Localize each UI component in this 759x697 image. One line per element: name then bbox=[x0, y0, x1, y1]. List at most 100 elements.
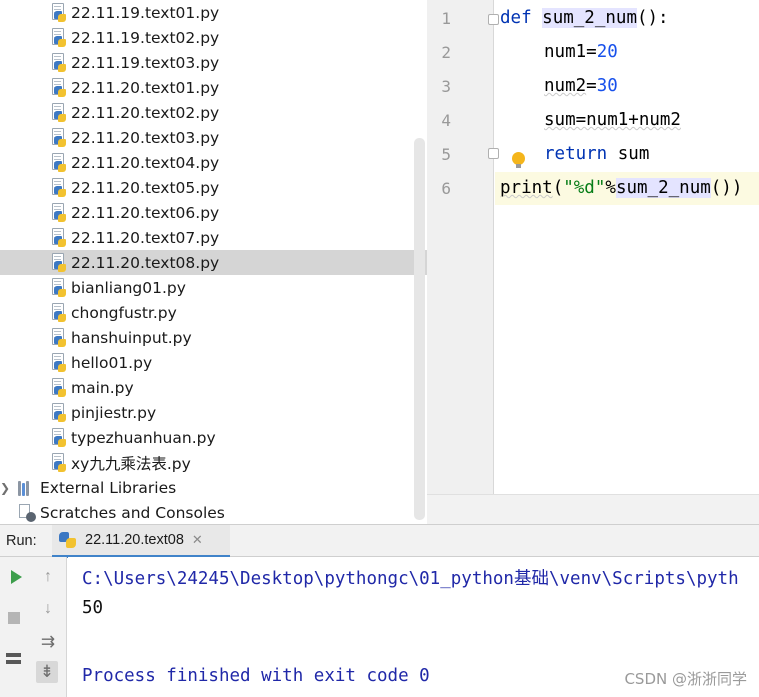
close-icon[interactable]: ✕ bbox=[192, 532, 203, 548]
code-editor[interactable]: 1 2 3 4 5 6 def sum_2_num(): num1=20 num… bbox=[427, 0, 759, 524]
tree-item-label: Scratches and Consoles bbox=[40, 503, 225, 522]
python-file-icon bbox=[50, 128, 67, 147]
code-line-3: num2=30 bbox=[544, 76, 618, 96]
python-file-icon bbox=[50, 228, 67, 247]
line-number: 6 bbox=[441, 179, 451, 198]
tree-item-file[interactable]: pinjiestr.py bbox=[0, 400, 427, 425]
tree-item-file[interactable]: 22.11.19.text02.py bbox=[0, 25, 427, 50]
tree-item-label: 22.11.20.text06.py bbox=[71, 203, 220, 222]
scroll-to-end-icon: ⇟ bbox=[39, 662, 55, 681]
rerun-button[interactable] bbox=[5, 566, 27, 588]
tree-item-label: 22.11.19.text01.py bbox=[71, 3, 220, 22]
soft-wrap-button[interactable]: ⇉ bbox=[37, 631, 59, 653]
library-icon bbox=[18, 480, 32, 496]
lightbulb-icon[interactable] bbox=[512, 152, 525, 168]
python-file-icon bbox=[50, 203, 67, 222]
stop-icon bbox=[8, 612, 20, 624]
tree-item-file[interactable]: 22.11.20.text04.py bbox=[0, 150, 427, 175]
tree-item-external-libraries[interactable]: ❯ External Libraries bbox=[0, 475, 427, 500]
python-file-icon bbox=[50, 278, 67, 297]
tree-item-label: External Libraries bbox=[40, 478, 177, 497]
layout-button[interactable] bbox=[2, 647, 24, 669]
tree-item-label: 22.11.20.text07.py bbox=[71, 228, 220, 247]
tree-item-label: bianliang01.py bbox=[71, 278, 186, 297]
project-tree-panel: 22.11.19.text01.py 22.11.19.text02.py 22.1… bbox=[0, 0, 427, 524]
tree-item-file[interactable]: 22.11.20.text03.py bbox=[0, 125, 427, 150]
python-file-icon bbox=[50, 103, 67, 122]
line-number: 1 bbox=[441, 9, 451, 28]
python-file-icon bbox=[50, 78, 67, 97]
chevron-right-icon[interactable]: ❯ bbox=[0, 481, 10, 495]
line-number: 5 bbox=[441, 145, 451, 164]
python-file-icon bbox=[50, 178, 67, 197]
python-file-icon bbox=[50, 28, 67, 47]
python-file-icon bbox=[50, 328, 67, 347]
python-file-icon bbox=[50, 353, 67, 372]
python-file-icon bbox=[50, 153, 67, 172]
tree-item-file[interactable]: 22.11.20.text07.py bbox=[0, 225, 427, 250]
soft-wrap-icon: ⇉ bbox=[40, 632, 56, 651]
tree-item-label: 22.11.19.text02.py bbox=[71, 28, 220, 47]
python-file-icon bbox=[50, 378, 67, 397]
console-exit-message: Process finished with exit code 0 bbox=[82, 666, 430, 686]
line-number: 3 bbox=[441, 77, 451, 96]
code-line-6: print("%d"%sum_2_num()) bbox=[500, 178, 743, 198]
tree-item-scratches[interactable]: Scratches and Consoles bbox=[0, 500, 427, 524]
tree-item-label: 22.11.20.text04.py bbox=[71, 153, 220, 172]
line-number: 4 bbox=[441, 111, 451, 130]
fold-marker-icon[interactable] bbox=[488, 14, 499, 25]
code-line-2: num1=20 bbox=[544, 42, 618, 62]
tree-item-file[interactable]: 22.11.19.text03.py bbox=[0, 50, 427, 75]
tree-item-file[interactable]: xy九九乘法表.py bbox=[0, 450, 427, 475]
line-number: 2 bbox=[441, 43, 451, 62]
scroll-up-button[interactable]: ↑ bbox=[37, 566, 59, 588]
python-file-icon bbox=[50, 253, 67, 272]
tree-item-file[interactable]: main.py bbox=[0, 375, 427, 400]
tree-item-file[interactable]: 22.11.20.text02.py bbox=[0, 100, 427, 125]
fold-marker-icon[interactable] bbox=[488, 148, 499, 159]
editor-horizontal-scroll[interactable] bbox=[427, 494, 759, 524]
tree-item-file[interactable]: 22.11.20.text05.py bbox=[0, 175, 427, 200]
tree-item-label: typezhuanhuan.py bbox=[71, 428, 216, 447]
tree-item-label: hanshuinput.py bbox=[71, 328, 192, 347]
tree-item-label: xy九九乘法表.py bbox=[71, 454, 191, 473]
tree-item-file[interactable]: typezhuanhuan.py bbox=[0, 425, 427, 450]
scratches-icon bbox=[18, 503, 36, 522]
arrow-down-icon: ↓ bbox=[44, 600, 52, 617]
tree-item-label: 22.11.20.text01.py bbox=[71, 78, 220, 97]
code-line-4: sum=num1+num2 bbox=[544, 110, 681, 130]
run-toolbar: ↑ ↓ ⇉ ⇟ bbox=[0, 557, 67, 697]
tree-item-label: pinjiestr.py bbox=[71, 403, 157, 422]
stop-button[interactable] bbox=[3, 607, 25, 629]
tree-item-file[interactable]: 22.11.20.text01.py bbox=[0, 75, 427, 100]
run-tab[interactable]: 22.11.20.text08 ✕ bbox=[52, 525, 230, 558]
run-label: Run: bbox=[6, 532, 37, 549]
python-file-icon bbox=[50, 403, 67, 422]
tree-item-file[interactable]: 22.11.20.text06.py bbox=[0, 200, 427, 225]
tree-item-file[interactable]: hello01.py bbox=[0, 350, 427, 375]
editor-gutter: 1 2 3 4 5 6 bbox=[427, 0, 525, 494]
console-command-line: C:\Users\24245\Desktop\pythongc\01_pytho… bbox=[82, 569, 739, 589]
run-tool-window-header: Run: 22.11.20.text08 ✕ bbox=[0, 524, 759, 558]
run-console[interactable]: C:\Users\24245\Desktop\pythongc\01_pytho… bbox=[68, 557, 759, 697]
tree-item-file[interactable]: hanshuinput.py bbox=[0, 325, 427, 350]
tree-item-label: 22.11.20.text03.py bbox=[71, 128, 220, 147]
scroll-to-end-button[interactable]: ⇟ bbox=[36, 661, 58, 683]
play-icon bbox=[10, 570, 22, 584]
python-file-icon bbox=[50, 453, 67, 472]
tree-item-file[interactable]: bianliang01.py bbox=[0, 275, 427, 300]
tree-item-label: 22.11.20.text02.py bbox=[71, 103, 220, 122]
tree-item-file[interactable]: chongfustr.py bbox=[0, 300, 427, 325]
tree-item-file[interactable]: 22.11.19.text01.py bbox=[0, 0, 427, 25]
scroll-down-button[interactable]: ↓ bbox=[37, 598, 59, 620]
tree-item-file[interactable]: 22.11.20.text08.py bbox=[0, 250, 427, 275]
python-file-icon bbox=[50, 303, 67, 322]
tree-item-label: 22.11.19.text03.py bbox=[71, 53, 220, 72]
layout-icon bbox=[5, 652, 21, 664]
project-scrollbar[interactable] bbox=[414, 138, 425, 520]
code-line-5: return sum bbox=[544, 144, 650, 164]
python-icon bbox=[59, 531, 77, 549]
python-file-icon bbox=[50, 3, 67, 22]
run-tab-label: 22.11.20.text08 bbox=[85, 532, 184, 548]
tree-item-label: chongfustr.py bbox=[71, 303, 177, 322]
